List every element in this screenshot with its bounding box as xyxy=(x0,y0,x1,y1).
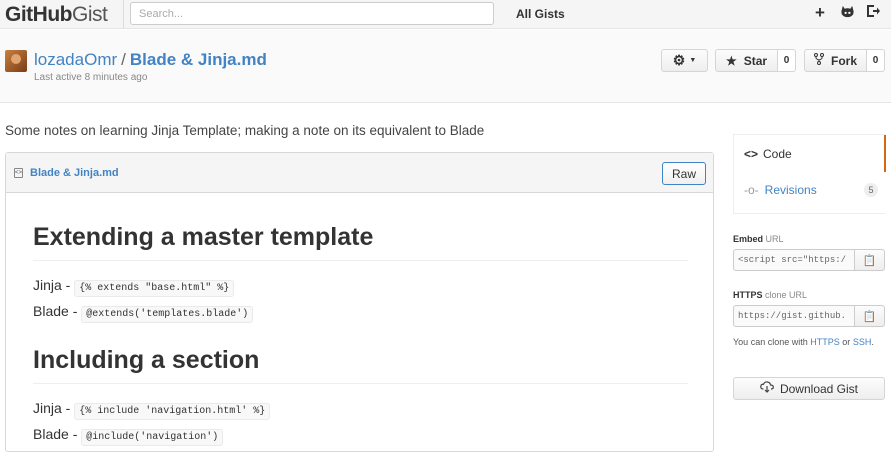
fork-icon xyxy=(813,53,824,68)
cloud-download-icon xyxy=(760,381,774,396)
jinja-label: Jinja - xyxy=(33,400,71,416)
top-navigation-bar: GitHubGist All Gists + xyxy=(0,0,891,29)
commit-icon: -o- xyxy=(744,183,759,197)
gist-sidebar-nav: <> Code -o- Revisions 5 xyxy=(733,134,886,214)
fork-button[interactable]: Fork xyxy=(804,49,867,72)
sidebar-item-label: Code xyxy=(763,146,792,161)
clipboard-icon: 📋 xyxy=(862,310,877,323)
title-separator: / xyxy=(121,50,126,69)
blade-code: @include('navigation') xyxy=(81,429,224,446)
section-content: Jinja - {% include 'navigation.html' %} … xyxy=(33,397,688,449)
blade-label: Blade - xyxy=(33,303,78,319)
raw-button[interactable]: Raw xyxy=(662,162,706,185)
code-icon: <> xyxy=(744,146,759,161)
logo-text-gist: Gist xyxy=(71,3,108,26)
https-label-bold: HTTPS xyxy=(733,290,763,300)
jinja-code: {% include 'navigation.html' %} xyxy=(74,403,271,420)
revisions-count-badge: 5 xyxy=(864,183,878,197)
sidebar-item-label: Revisions xyxy=(764,183,817,197)
octocat-icon[interactable] xyxy=(838,4,856,22)
github-gist-logo[interactable]: GitHubGist xyxy=(5,3,108,27)
download-gist-button[interactable]: Download Gist xyxy=(733,377,885,400)
clipboard-icon: 📋 xyxy=(862,254,877,267)
clone-url-input[interactable]: https://gist.github. xyxy=(733,305,855,327)
last-active-text: Last active 8 minutes ago xyxy=(34,72,148,83)
fork-count: 0 xyxy=(867,49,885,72)
search-input[interactable] xyxy=(130,2,494,25)
all-gists-link[interactable]: All Gists xyxy=(516,7,565,21)
clone-help-text: You can clone with HTTPS or SSH. xyxy=(733,336,883,349)
sign-out-icon[interactable] xyxy=(864,4,882,22)
embed-label-bold: Embed xyxy=(733,234,764,244)
plus-icon[interactable]: + xyxy=(811,4,829,22)
blade-label: Blade - xyxy=(33,426,78,442)
star-label: Star xyxy=(743,53,768,68)
star-count: 0 xyxy=(778,49,796,72)
list-item: Jinja - {% include 'navigation.html' %} xyxy=(33,397,688,423)
sidebar-item-revisions[interactable]: -o- Revisions 5 xyxy=(734,172,886,208)
star-button[interactable]: ★ Star xyxy=(715,49,778,72)
gist-name-link[interactable]: Blade & Jinja.md xyxy=(130,50,267,69)
embed-url-label: Embed URL xyxy=(733,234,784,244)
file-code-icon: <> xyxy=(14,168,23,178)
gear-icon: ⚙ xyxy=(672,52,686,68)
download-label: Download Gist xyxy=(779,381,859,396)
section-content: Jinja - {% extends "base.html" %} Blade … xyxy=(33,274,688,326)
list-item: Blade - @extends('templates.blade') xyxy=(33,300,688,326)
file-header: <> Blade & Jinja.md Raw xyxy=(6,153,713,193)
avatar[interactable] xyxy=(5,50,27,72)
embed-label-light: URL xyxy=(765,234,784,244)
clone-help-suffix: . xyxy=(871,337,874,347)
clone-help-or: or xyxy=(842,337,851,347)
embed-url-input[interactable]: <script src="https:/ xyxy=(733,249,855,271)
gist-description: Some notes on learning Jinja Template; m… xyxy=(5,123,485,138)
copy-clone-url-button[interactable]: 📋 xyxy=(854,305,885,327)
section-heading: Including a section xyxy=(33,344,688,384)
ssh-clone-link[interactable]: SSH xyxy=(853,337,872,347)
sidebar-item-code[interactable]: <> Code xyxy=(734,135,886,172)
gist-title: lozadaOmr / Blade & Jinja.md xyxy=(34,50,267,70)
markdown-body: Extending a master template Jinja - {% e… xyxy=(33,193,688,449)
https-clone-label: HTTPS clone URL xyxy=(733,290,807,300)
caret-down-icon: ▼ xyxy=(689,57,697,64)
owner-link[interactable]: lozadaOmr xyxy=(34,50,117,69)
file-name-link[interactable]: Blade & Jinja.md xyxy=(30,167,119,179)
section-heading: Extending a master template xyxy=(33,221,688,261)
copy-embed-button[interactable]: 📋 xyxy=(854,249,885,271)
list-item: Jinja - {% extends "base.html" %} xyxy=(33,274,688,300)
star-icon: ★ xyxy=(725,53,737,68)
list-item: Blade - @include('navigation') xyxy=(33,423,688,449)
fork-label: Fork xyxy=(830,53,857,68)
https-label-light: clone URL xyxy=(765,290,808,300)
logo-text-github: GitHub xyxy=(5,3,72,26)
blade-code: @extends('templates.blade') xyxy=(81,306,254,323)
https-clone-link[interactable]: HTTPS xyxy=(810,337,840,347)
jinja-code: {% extends "base.html" %} xyxy=(74,280,235,297)
jinja-label: Jinja - xyxy=(33,277,71,293)
settings-dropdown-button[interactable]: ⚙ ▼ xyxy=(661,49,708,72)
divider xyxy=(123,0,124,29)
clone-help-prefix: You can clone with xyxy=(733,337,808,347)
file-container: <> Blade & Jinja.md Raw Extending a mast… xyxy=(5,152,714,452)
gist-header: lozadaOmr / Blade & Jinja.md Last active 8… xyxy=(0,30,891,103)
